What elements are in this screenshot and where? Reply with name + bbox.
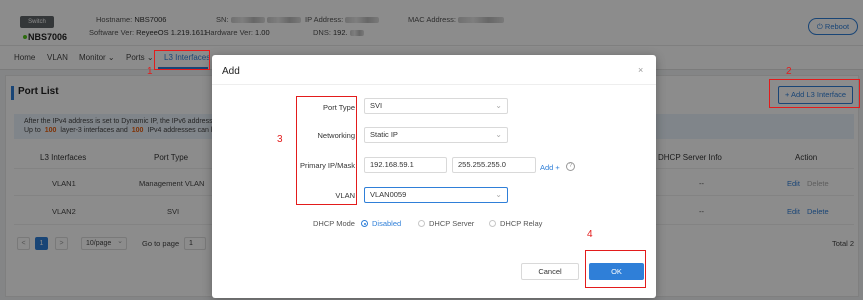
chevron-down-icon: ⌄ — [495, 101, 502, 110]
annotation-number-2: 2 — [786, 66, 792, 77]
help-icon[interactable]: ? — [566, 162, 575, 171]
subnet-mask-input[interactable]: 255.255.255.0 — [452, 157, 536, 173]
cancel-button[interactable]: Cancel — [521, 263, 579, 280]
dhcp-server-radio[interactable] — [418, 220, 425, 227]
annotation-box-4 — [585, 250, 646, 288]
annotation-number-4: 4 — [587, 229, 593, 240]
annotation-box-1 — [154, 50, 210, 70]
port-type-select[interactable]: SVI ⌄ — [364, 98, 508, 114]
modal-title: Add — [222, 66, 240, 77]
dhcp-disabled-label[interactable]: Disabled — [372, 219, 401, 228]
add-ip-link[interactable]: Add + — [540, 163, 560, 172]
ip-address-input[interactable]: 192.168.59.1 — [364, 157, 447, 173]
annotation-box-3 — [296, 96, 357, 205]
networking-select[interactable]: Static IP ⌄ — [364, 127, 508, 143]
dhcp-relay-radio[interactable] — [489, 220, 496, 227]
dhcp-relay-label[interactable]: DHCP Relay — [500, 219, 542, 228]
annotation-number-3: 3 — [277, 134, 283, 145]
chevron-down-icon: ⌄ — [495, 130, 502, 139]
annotation-number-1: 1 — [147, 66, 153, 77]
dhcp-server-label[interactable]: DHCP Server — [429, 219, 474, 228]
vlan-select[interactable]: VLAN0059 ⌄ — [364, 187, 508, 203]
dhcp-mode-label: DHCP Mode — [313, 219, 355, 228]
chevron-down-icon: ⌄ — [495, 190, 502, 199]
dhcp-disabled-radio[interactable] — [361, 220, 368, 227]
annotation-box-2 — [769, 79, 860, 108]
modal-header-divider — [212, 84, 656, 85]
close-icon[interactable]: × — [638, 65, 643, 75]
